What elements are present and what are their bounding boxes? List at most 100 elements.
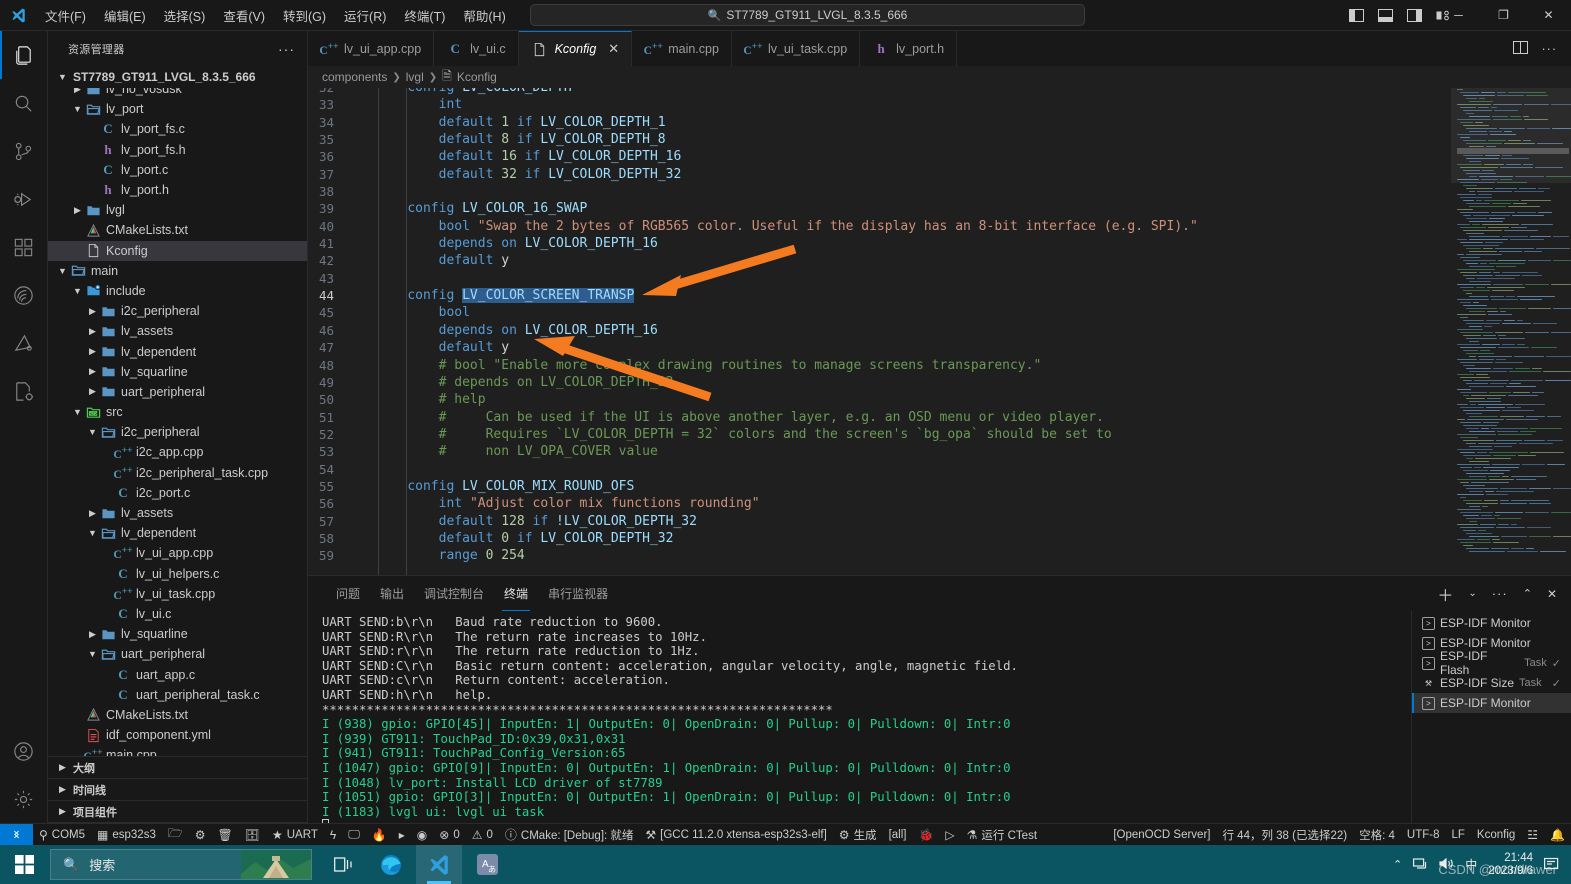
run-and-debug-icon[interactable] bbox=[0, 175, 48, 223]
editor-scrollbar[interactable] bbox=[1457, 148, 1569, 154]
tree-file-item[interactable]: Cuart_app.c bbox=[48, 664, 307, 684]
ime-indicator-label[interactable]: 中 bbox=[1465, 856, 1477, 873]
ime-icon[interactable]: Aあ bbox=[464, 845, 510, 884]
squareline-icon[interactable] bbox=[0, 319, 48, 367]
terminal-list-item[interactable]: ⚒ ESP-IDF Size Task ✓ bbox=[1412, 673, 1571, 693]
tree-file-item[interactable]: C++ i2c_peripheral_task.cpp bbox=[48, 463, 307, 483]
espressif-idf-icon[interactable] bbox=[0, 271, 48, 319]
tree-file-item[interactable]: CMakeLists.txt bbox=[48, 220, 307, 240]
tree-file-item[interactable]: C++main.cpp bbox=[48, 745, 307, 756]
status-bar-item[interactable]: 🗑 bbox=[212, 824, 239, 846]
status-bar-item[interactable]: ⚙ 生成 bbox=[833, 824, 883, 846]
tree-folder-item[interactable]: ▼ i2c_peripheral bbox=[48, 422, 307, 442]
status-bar-item[interactable]: 🔔 bbox=[1544, 824, 1571, 846]
editor-tab[interactable]: C++ lv_ui_task.cpp bbox=[731, 31, 861, 66]
status-bar-item[interactable]: [all] bbox=[883, 824, 913, 846]
menu-view[interactable]: 查看(V) bbox=[214, 3, 274, 28]
extensions-icon[interactable] bbox=[0, 223, 48, 271]
edge-browser-icon[interactable] bbox=[368, 845, 414, 884]
tree-file-item[interactable]: CMakeLists.txt bbox=[48, 705, 307, 725]
status-bar-item[interactable]: 🖵 bbox=[342, 824, 366, 846]
tree-folder-item[interactable]: ▶ lv_assets bbox=[48, 503, 307, 523]
sidebar-section-components[interactable]: ▶ 项目组件 bbox=[48, 801, 307, 823]
editor-tab[interactable]: Clv_ui.c bbox=[434, 31, 519, 66]
panel-tab[interactable]: 输出 bbox=[370, 576, 414, 611]
status-bar-item[interactable]: ⓘ CMake: [Debug]: 就绪 bbox=[499, 824, 640, 846]
code-line[interactable]: 59 range 0 254 bbox=[308, 547, 1451, 564]
status-bar-item[interactable]: ϟ bbox=[324, 824, 342, 846]
notification-icon[interactable] bbox=[1544, 857, 1559, 873]
toggle-primary-sidebar-icon[interactable] bbox=[1348, 8, 1364, 23]
panel-tab[interactable]: 调试控制台 bbox=[414, 576, 494, 611]
close-button[interactable]: ✕ bbox=[1526, 0, 1571, 31]
windows-start-icon[interactable] bbox=[0, 845, 48, 884]
code-line[interactable]: 48 # bool "Enable more complex drawing r… bbox=[308, 357, 1451, 374]
panel-tab[interactable]: 终端 bbox=[494, 576, 538, 611]
status-bar-item[interactable]: 空格: 4 bbox=[1353, 824, 1401, 846]
code-line[interactable]: 37 default 32 if LV_COLOR_DEPTH_32 bbox=[308, 166, 1451, 183]
tree-file-item[interactable]: C++ lv_ui_app.cpp bbox=[48, 543, 307, 563]
editor-tab[interactable]: h lv_port.h bbox=[860, 31, 958, 66]
tree-file-item[interactable]: Clv_port.c bbox=[48, 160, 307, 180]
more-actions-icon[interactable]: ··· bbox=[1542, 42, 1558, 55]
status-bar-item[interactable]: ▦ esp32s3 bbox=[91, 824, 162, 846]
volume-icon[interactable] bbox=[1439, 857, 1454, 873]
more-actions-icon[interactable]: ··· bbox=[1492, 587, 1508, 600]
code-line[interactable]: 41 depends on LV_COLOR_DEPTH_16 bbox=[308, 235, 1451, 252]
source-control-icon[interactable] bbox=[0, 127, 48, 175]
code-line[interactable]: 38 bbox=[308, 183, 1451, 200]
terminal-list-item[interactable]: > ESP-IDF Monitor bbox=[1412, 693, 1571, 713]
tree-file-item[interactable]: h lv_port_fs.h bbox=[48, 140, 307, 160]
close-panel-icon[interactable]: ✕ bbox=[1547, 587, 1557, 601]
menu-run[interactable]: 运行(R) bbox=[335, 3, 395, 28]
code-line[interactable]: 35 default 8 if LV_COLOR_DEPTH_8 bbox=[308, 131, 1451, 148]
split-dropdown-icon[interactable]: ⌄ bbox=[1468, 588, 1476, 599]
status-bar-item[interactable]: LF bbox=[1446, 824, 1471, 846]
remote-window-icon[interactable] bbox=[0, 823, 33, 846]
accounts-icon[interactable] bbox=[0, 727, 48, 775]
editor-minimap[interactable] bbox=[1451, 88, 1571, 575]
tree-file-item[interactable]: Cuart_peripheral_task.c bbox=[48, 685, 307, 705]
tree-file-item[interactable]: h lv_port.h bbox=[48, 180, 307, 200]
code-line[interactable]: 49 # depends on LV_COLOR_DEPTH_32 bbox=[308, 374, 1451, 391]
status-bar-item[interactable]: 🐞 bbox=[912, 824, 939, 846]
tree-folder-item[interactable]: ▼ include bbox=[48, 281, 307, 301]
minimize-button[interactable]: ─ bbox=[1436, 0, 1481, 31]
terminal-list-item[interactable]: > ESP-IDF Monitor bbox=[1412, 613, 1571, 633]
tree-folder-item[interactable]: ▶ i2c_peripheral bbox=[48, 301, 307, 321]
sidebar-section-outline[interactable]: ▶ 大纲 bbox=[48, 757, 307, 779]
status-bar-item[interactable]: ☳ bbox=[1521, 824, 1544, 846]
status-bar-item[interactable]: ▸ bbox=[393, 824, 411, 846]
code-line[interactable]: 58 default 0 if LV_COLOR_DEPTH_32 bbox=[308, 530, 1451, 547]
status-bar-item[interactable]: 行 44，列 38 (已选择22) bbox=[1216, 824, 1353, 846]
quick-open-input[interactable]: 🔍 ST7789_GT911_LVGL_8.3.5_666 bbox=[530, 4, 1085, 26]
editor-tab[interactable]: C++ lv_ui_app.cpp bbox=[308, 31, 435, 66]
code-line[interactable]: 40 bool "Swap the 2 bytes of RGB565 colo… bbox=[308, 218, 1451, 235]
code-line[interactable]: 47 default y bbox=[308, 339, 1451, 356]
code-line[interactable]: 42 default y bbox=[308, 252, 1451, 269]
code-line[interactable]: 54 bbox=[308, 461, 1451, 478]
split-editor-icon[interactable] bbox=[1512, 40, 1528, 57]
code-line[interactable]: 32 config LV_COLOR_DEPTH bbox=[308, 88, 1451, 96]
status-bar-item[interactable]: ★ UART bbox=[266, 824, 324, 846]
code-line[interactable]: 52 # Requires `LV_COLOR_DEPTH = 32` colo… bbox=[308, 426, 1451, 443]
explorer-root-folder[interactable]: ▼ ST7789_GT911_LVGL_8.3.5_666 bbox=[48, 66, 307, 88]
terminal-list-item[interactable]: > ESP-IDF Flash Task ✓ bbox=[1412, 649, 1571, 677]
menu-go[interactable]: 转到(G) bbox=[274, 3, 335, 28]
code-line[interactable]: 43 bbox=[308, 270, 1451, 287]
tree-file-item[interactable]: Clv_ui.c bbox=[48, 604, 307, 624]
editor-tab[interactable]: Kconfig ✕ bbox=[518, 31, 633, 66]
tree-folder-item[interactable]: ▶ uart_peripheral bbox=[48, 382, 307, 402]
tree-folder-item[interactable]: ▶ lv_squarline bbox=[48, 362, 307, 382]
status-bar-item[interactable]: UTF-8 bbox=[1401, 824, 1446, 846]
tree-folder-item[interactable]: ▶ lv_assets bbox=[48, 321, 307, 341]
minimap-slider[interactable] bbox=[1451, 88, 1571, 183]
menu-file[interactable]: 文件(F) bbox=[36, 3, 95, 28]
taskbar-clock[interactable]: 21:44 2023/9/6 bbox=[1488, 852, 1533, 878]
status-bar-item[interactable]: ◉ bbox=[411, 824, 433, 846]
code-line[interactable]: 45 bool bbox=[308, 304, 1451, 321]
code-line[interactable]: 39 config LV_COLOR_16_SWAP bbox=[308, 200, 1451, 217]
status-bar-item[interactable]: [OpenOCD Server] bbox=[1107, 824, 1216, 846]
cmake-icon[interactable] bbox=[0, 367, 48, 415]
close-icon[interactable]: ✕ bbox=[608, 41, 619, 57]
